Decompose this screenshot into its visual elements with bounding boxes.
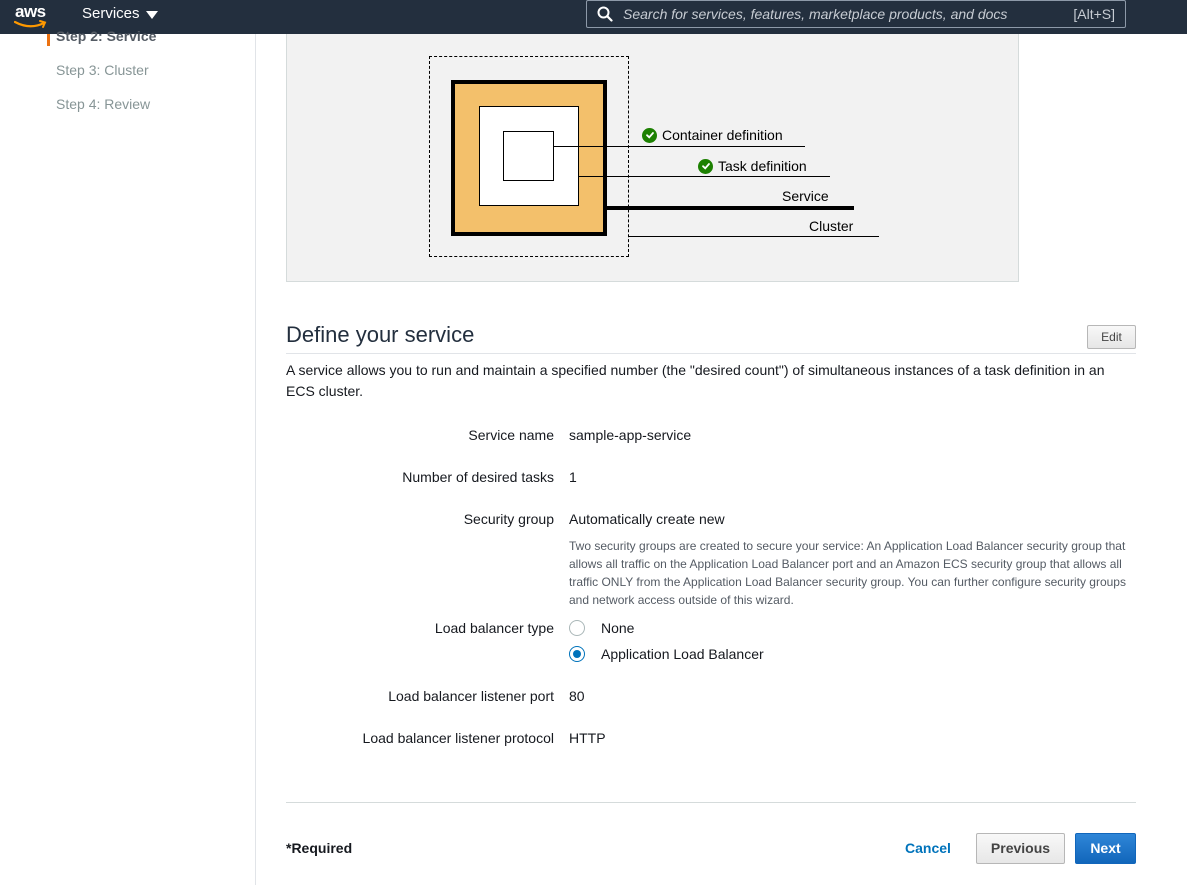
step-review[interactable]: Step 4: Review [56, 96, 150, 112]
aws-smile-icon [14, 20, 47, 28]
service-name-label: Service name [468, 427, 554, 443]
container-definition-line [553, 146, 805, 147]
listener-port-label: Load balancer listener port [388, 688, 554, 704]
section-divider [286, 353, 1136, 354]
listener-protocol-value: HTTP [569, 730, 606, 746]
service-line [605, 206, 854, 210]
step-cluster[interactable]: Step 3: Cluster [56, 62, 149, 78]
required-note: *Required [286, 840, 353, 856]
search-icon [597, 6, 613, 22]
services-menu-button[interactable]: Services [82, 5, 158, 22]
lb-type-option-alb[interactable]: Application Load Balancer [569, 646, 764, 662]
check-circle-icon [698, 158, 713, 174]
aws-logo[interactable]: aws [14, 2, 54, 30]
task-definition-line [579, 176, 830, 177]
wizard-steps-sidebar: Step 2: Service Step 3: Cluster Step 4: … [0, 28, 256, 885]
next-button[interactable]: Next [1075, 833, 1136, 864]
radio-alb-label: Application Load Balancer [601, 646, 764, 662]
section-description: A service allows you to run and maintain… [286, 362, 1105, 399]
radio-application-load-balancer[interactable] [569, 646, 585, 662]
service-diagram: Container definition Task definition Ser… [286, 34, 1019, 282]
container-definition-label: Container definition [642, 127, 783, 143]
desired-tasks-label: Number of desired tasks [402, 469, 554, 485]
listener-protocol-label: Load balancer listener protocol [362, 730, 554, 746]
search-bar[interactable]: [Alt+S] [586, 0, 1126, 28]
security-group-label: Security group [463, 511, 554, 527]
lb-type-option-none[interactable]: None [569, 620, 634, 636]
services-label: Services [82, 5, 140, 22]
radio-none-label: None [601, 620, 635, 636]
step-service[interactable]: Step 2: Service [56, 28, 156, 44]
caret-down-icon [145, 10, 158, 19]
active-step-indicator [47, 34, 50, 46]
cancel-link[interactable]: Cancel [905, 840, 951, 856]
security-group-help: Two security groups are created to secur… [569, 539, 1126, 607]
task-definition-label: Task definition [698, 158, 807, 174]
task-definition-text: Task definition [718, 158, 807, 174]
footer-divider [286, 802, 1136, 803]
service-name-value: sample-app-service [569, 427, 692, 443]
previous-button[interactable]: Previous [976, 833, 1065, 864]
security-group-value: Automatically create new [569, 511, 725, 527]
search-input[interactable] [621, 4, 1061, 24]
check-circle-icon [642, 127, 657, 143]
listener-port-value: 80 [569, 688, 585, 704]
lb-type-label: Load balancer type [434, 620, 554, 636]
top-navigation-bar: aws Services [Alt+S] [0, 0, 1187, 34]
section-title: Define your service [286, 322, 475, 347]
service-label: Service [782, 188, 829, 204]
cluster-label: Cluster [809, 218, 854, 234]
search-shortcut-hint: [Alt+S] [1073, 6, 1115, 22]
container-definition-text: Container definition [662, 127, 783, 143]
desired-tasks-value: 1 [569, 469, 577, 485]
radio-none[interactable] [569, 620, 585, 636]
cluster-line [629, 236, 879, 237]
edit-button[interactable]: Edit [1087, 325, 1136, 349]
container-definition-box [503, 131, 554, 181]
